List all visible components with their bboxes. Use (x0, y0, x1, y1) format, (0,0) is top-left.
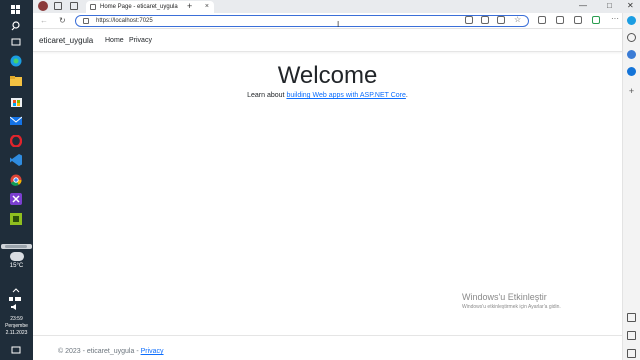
temperature-label: 15°C (9, 263, 24, 269)
clock[interactable]: 23:59 Perşembe 2.11.2023 (0, 316, 33, 337)
lock-icon (83, 18, 89, 24)
search-icon[interactable] (8, 19, 24, 33)
read-aloud-icon[interactable] (497, 16, 505, 24)
site-brand[interactable]: eticaret_uygula (39, 36, 93, 45)
notepad-plus-icon[interactable] (8, 212, 24, 226)
back-arrow-icon[interactable]: ← (40, 16, 48, 25)
site-footer: © 2023 - eticaret_uygula - Privacy (33, 335, 622, 355)
edge-sidebar: + (622, 13, 640, 360)
volume-icon[interactable] (8, 300, 24, 314)
favorite-star-icon[interactable]: ☆ (514, 15, 521, 24)
text-cursor-icon: I (337, 20, 340, 29)
collections-icon[interactable] (574, 16, 582, 24)
weather-widget[interactable]: 15°C (0, 249, 33, 269)
outlook-icon[interactable] (627, 67, 636, 76)
close-tab-icon[interactable]: × (205, 1, 209, 13)
copilot-icon[interactable] (627, 16, 636, 25)
edge-icon[interactable] (8, 54, 24, 68)
more-menu-icon[interactable]: ··· (611, 14, 619, 23)
watermark-title: Windows'u Etkinleştir (462, 292, 547, 302)
chrome-icon[interactable] (8, 173, 24, 187)
workspaces-icon[interactable] (54, 2, 62, 10)
task-view-icon[interactable] (8, 35, 24, 49)
page-title: Welcome (277, 62, 378, 89)
tab-home-page[interactable]: Home Page - eticaret_uygula × (86, 1, 214, 13)
qr-code-icon[interactable] (465, 16, 473, 24)
windows-taskbar: 15°C 23:59 Perşembe 2.11.2023 (0, 0, 33, 360)
footer-copyright: © 2023 - eticaret_uygula - (58, 348, 141, 355)
visual-studio-icon[interactable] (8, 192, 24, 206)
activation-watermark: Windows'u Etkinleştir Windows'u etkinleş… (462, 292, 561, 310)
weather-cloud-icon (9, 249, 24, 261)
browser-tab-bar: Home Page - eticaret_uygula × + — □ ✕ (33, 0, 640, 13)
page-favicon-icon (90, 4, 96, 10)
minimize-button[interactable]: — (579, 1, 587, 10)
learn-prefix: Learn about (247, 92, 287, 99)
nav-home-link[interactable]: Home (105, 37, 124, 44)
sidebar-share-icon[interactable] (627, 331, 636, 340)
url-text: https://localhost:7025 (96, 18, 153, 24)
sidebar-layout-icon[interactable] (627, 313, 636, 322)
split-screen-icon[interactable] (538, 16, 546, 24)
refresh-icon[interactable]: ↻ (59, 16, 66, 25)
extensions-icon[interactable] (592, 16, 600, 24)
close-window-button[interactable]: ✕ (627, 1, 634, 10)
clock-time: 23:59 (10, 316, 23, 322)
learn-suffix: . (405, 92, 408, 99)
favorites-icon[interactable] (556, 16, 564, 24)
sidebar-search-icon[interactable] (627, 33, 636, 42)
file-explorer-icon[interactable] (8, 74, 24, 88)
store-icon[interactable] (8, 94, 24, 108)
address-bar[interactable]: https://localhost:7025 (75, 15, 529, 27)
settings-gear-icon[interactable] (627, 349, 636, 358)
aspnet-docs-link[interactable]: building Web apps with ASP.NET Core (286, 92, 405, 99)
profile-avatar-icon[interactable] (38, 1, 48, 11)
footer-text: © 2023 - eticaret_uygula - Privacy (58, 348, 164, 355)
taskbar-scrollbar[interactable] (1, 244, 32, 249)
nav-privacy-link[interactable]: Privacy (129, 37, 152, 44)
notifications-icon[interactable] (8, 343, 24, 357)
translate-icon[interactable] (481, 16, 489, 24)
clock-date: 2.11.2023 (5, 330, 28, 336)
maximize-button[interactable]: □ (607, 1, 612, 10)
clock-day: Perşembe (5, 323, 28, 329)
opera-icon[interactable] (8, 134, 24, 148)
windows-start-icon[interactable] (8, 3, 24, 17)
learn-paragraph: Learn about building Web apps with ASP.N… (33, 92, 622, 99)
tab-actions-icon[interactable] (70, 2, 78, 10)
site-navbar: eticaret_uygula Home Privacy (33, 30, 622, 52)
new-tab-button[interactable]: + (187, 1, 192, 11)
watermark-subtitle: Windows'u etkinleştirmek için Ayarlar'a … (462, 304, 561, 310)
tab-title: Home Page - eticaret_uygula (100, 4, 178, 10)
web-page: eticaret_uygula Home Privacy Welcome Lea… (33, 30, 622, 360)
footer-privacy-link[interactable]: Privacy (141, 348, 164, 355)
mail-icon[interactable] (8, 114, 24, 128)
vscode-icon[interactable] (8, 153, 24, 167)
sidebar-tools-icon[interactable] (627, 50, 636, 59)
add-sidebar-icon[interactable]: + (627, 87, 636, 96)
